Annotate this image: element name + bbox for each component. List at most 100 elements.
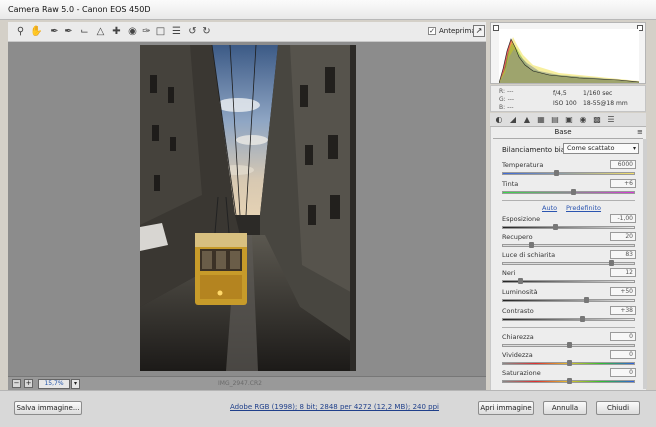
temperatura-field[interactable]: 6000 <box>610 160 636 169</box>
preview-checkbox[interactable]: ✓ <box>428 27 436 35</box>
temperatura-knob[interactable] <box>554 170 559 176</box>
luce-knob[interactable] <box>609 260 614 266</box>
adjustment-brush-icon[interactable]: ✑ <box>140 25 153 38</box>
g-value: --- <box>507 96 515 103</box>
saturazione-knob[interactable] <box>567 378 572 384</box>
camera-calibration-tab-icon[interactable]: ◉ <box>578 115 588 125</box>
saturazione-slider[interactable] <box>502 378 635 384</box>
panel-title: Base <box>554 128 572 136</box>
photo-preview[interactable] <box>140 45 356 371</box>
toolbar: ⚲ ✋ ✒ ✒ ⌙ △ ✚ ◉ ✑ □ ☰ ↺ ↻ ✓ Anteprima ↗ <box>8 22 486 42</box>
rotate-left-icon[interactable]: ↺ <box>186 25 199 38</box>
graduated-filter-icon[interactable]: □ <box>154 25 167 38</box>
status-bar: − + 15,7% ▾ IMG_2947.CR2 <box>8 376 486 390</box>
tinta-slider[interactable] <box>502 189 635 195</box>
white-balance-select[interactable]: Come scattato ▾ <box>563 143 639 154</box>
aperture-value: f/4,5 <box>553 90 567 97</box>
zoom-level-field[interactable]: 15,7% <box>38 379 70 389</box>
basic-tab-icon[interactable]: ◐ <box>494 115 504 125</box>
photo-image <box>140 45 356 371</box>
preview-label: Anteprima <box>439 27 476 35</box>
tinta-knob[interactable] <box>571 189 576 195</box>
hsl-tab-icon[interactable]: ▦ <box>536 115 546 125</box>
recupero-field[interactable]: 20 <box>610 232 636 241</box>
chiarezza-slider[interactable] <box>502 342 635 348</box>
lens-corrections-tab-icon[interactable]: ▣ <box>564 115 574 125</box>
vividezza-field[interactable]: 0 <box>610 350 636 359</box>
contrasto-field[interactable]: +38 <box>610 306 636 315</box>
basic-panel: Base ≡ Bilanciamento bianco: Come scatta… <box>490 127 647 390</box>
close-button[interactable]: Chiudi <box>596 401 640 415</box>
saturazione-field[interactable]: 0 <box>610 368 636 377</box>
snapshots-tab-icon[interactable]: ☰ <box>606 115 616 125</box>
vividezza-slider[interactable] <box>502 360 635 366</box>
recupero-slider[interactable] <box>502 242 635 248</box>
esposizione-slider[interactable] <box>502 224 635 230</box>
color-sampler-tool-icon[interactable]: ✒ <box>62 25 75 38</box>
luce-slider[interactable] <box>502 260 635 266</box>
title-bar: Camera Raw 5.0 - Canon EOS 450D <box>0 0 656 20</box>
contrasto-label: Contrasto <box>502 307 534 315</box>
luminosita-knob[interactable] <box>584 297 589 303</box>
fullscreen-icon[interactable]: ↗ <box>473 25 485 37</box>
zoom-dropdown[interactable]: ▾ <box>71 379 80 389</box>
contrasto-slider[interactable] <box>502 316 635 322</box>
crop-tool-icon[interactable]: ⌙ <box>78 25 91 38</box>
g-label: G: <box>499 96 506 103</box>
b-value: --- <box>507 104 514 111</box>
temperatura-slider[interactable] <box>502 170 635 176</box>
red-eye-tool-icon[interactable]: ◉ <box>126 25 139 38</box>
open-image-button[interactable]: Apri immagine <box>478 401 534 415</box>
vividezza-knob[interactable] <box>567 360 572 366</box>
recupero-label: Recupero <box>502 233 533 241</box>
neri-slider[interactable] <box>502 278 635 284</box>
chevron-down-icon: ▾ <box>632 145 636 152</box>
straighten-tool-icon[interactable]: △ <box>94 25 107 38</box>
window-title: Camera Raw 5.0 - Canon EOS 450D <box>8 5 151 14</box>
panel-tabs: ◐ ◢ ▲ ▦ ▤ ▣ ◉ ▩ ☰ <box>490 113 646 127</box>
zoom-tool-icon[interactable]: ⚲ <box>14 25 27 38</box>
white-balance-tool-icon[interactable]: ✒ <box>48 25 61 38</box>
shutter-value: 1/160 sec <box>583 90 613 97</box>
presets-tab-icon[interactable]: ▩ <box>592 115 602 125</box>
zoom-in-button[interactable]: + <box>24 379 33 388</box>
neri-knob[interactable] <box>518 278 523 284</box>
r-value: --- <box>506 88 514 95</box>
panel-menu-icon[interactable]: ≡ <box>637 128 643 136</box>
esposizione-label: Esposizione <box>502 215 541 223</box>
luminosita-label: Luminosità <box>502 288 538 296</box>
file-name: IMG_2947.CR2 <box>218 380 262 387</box>
vividezza-label: Vividezza <box>502 351 533 359</box>
luce-field[interactable]: 83 <box>610 250 636 259</box>
rotate-right-icon[interactable]: ↻ <box>200 25 213 38</box>
tinta-field[interactable]: +6 <box>610 179 636 188</box>
detail-tab-icon[interactable]: ▲ <box>522 115 532 125</box>
workflow-options-link[interactable]: Adobe RGB (1998); 8 bit; 2848 per 4272 (… <box>230 403 439 411</box>
saturazione-label: Saturazione <box>502 369 541 377</box>
save-image-button[interactable]: Salva immagine... <box>14 401 82 415</box>
pixel-readout: R: --- G: --- B: --- f/4,5 1/160 sec ISO… <box>490 85 646 112</box>
split-toning-tab-icon[interactable]: ▤ <box>550 115 560 125</box>
recupero-knob[interactable] <box>529 242 534 248</box>
tinta-label: Tinta <box>502 180 519 188</box>
cancel-button[interactable]: Annulla <box>543 401 587 415</box>
neri-field[interactable]: 12 <box>610 268 636 277</box>
panel-scrollbar[interactable] <box>643 139 647 389</box>
spot-removal-tool-icon[interactable]: ✚ <box>110 25 123 38</box>
chiarezza-knob[interactable] <box>567 342 572 348</box>
esposizione-knob[interactable] <box>553 224 558 230</box>
zoom-out-button[interactable]: − <box>12 379 21 388</box>
luminosita-field[interactable]: +50 <box>610 287 636 296</box>
hand-tool-icon[interactable]: ✋ <box>30 25 43 38</box>
histogram-panel <box>490 22 646 84</box>
luminosita-slider[interactable] <box>502 297 635 303</box>
default-link[interactable]: Predefinito <box>566 204 601 212</box>
r-label: R: <box>499 88 506 95</box>
esposizione-field[interactable]: -1,00 <box>610 214 636 223</box>
white-balance-value: Come scattato <box>567 144 615 152</box>
tone-curve-tab-icon[interactable]: ◢ <box>508 115 518 125</box>
preferences-icon[interactable]: ☰ <box>170 25 183 38</box>
auto-link[interactable]: Auto <box>542 204 557 212</box>
chiarezza-field[interactable]: 0 <box>610 332 636 341</box>
contrasto-knob[interactable] <box>580 316 585 322</box>
